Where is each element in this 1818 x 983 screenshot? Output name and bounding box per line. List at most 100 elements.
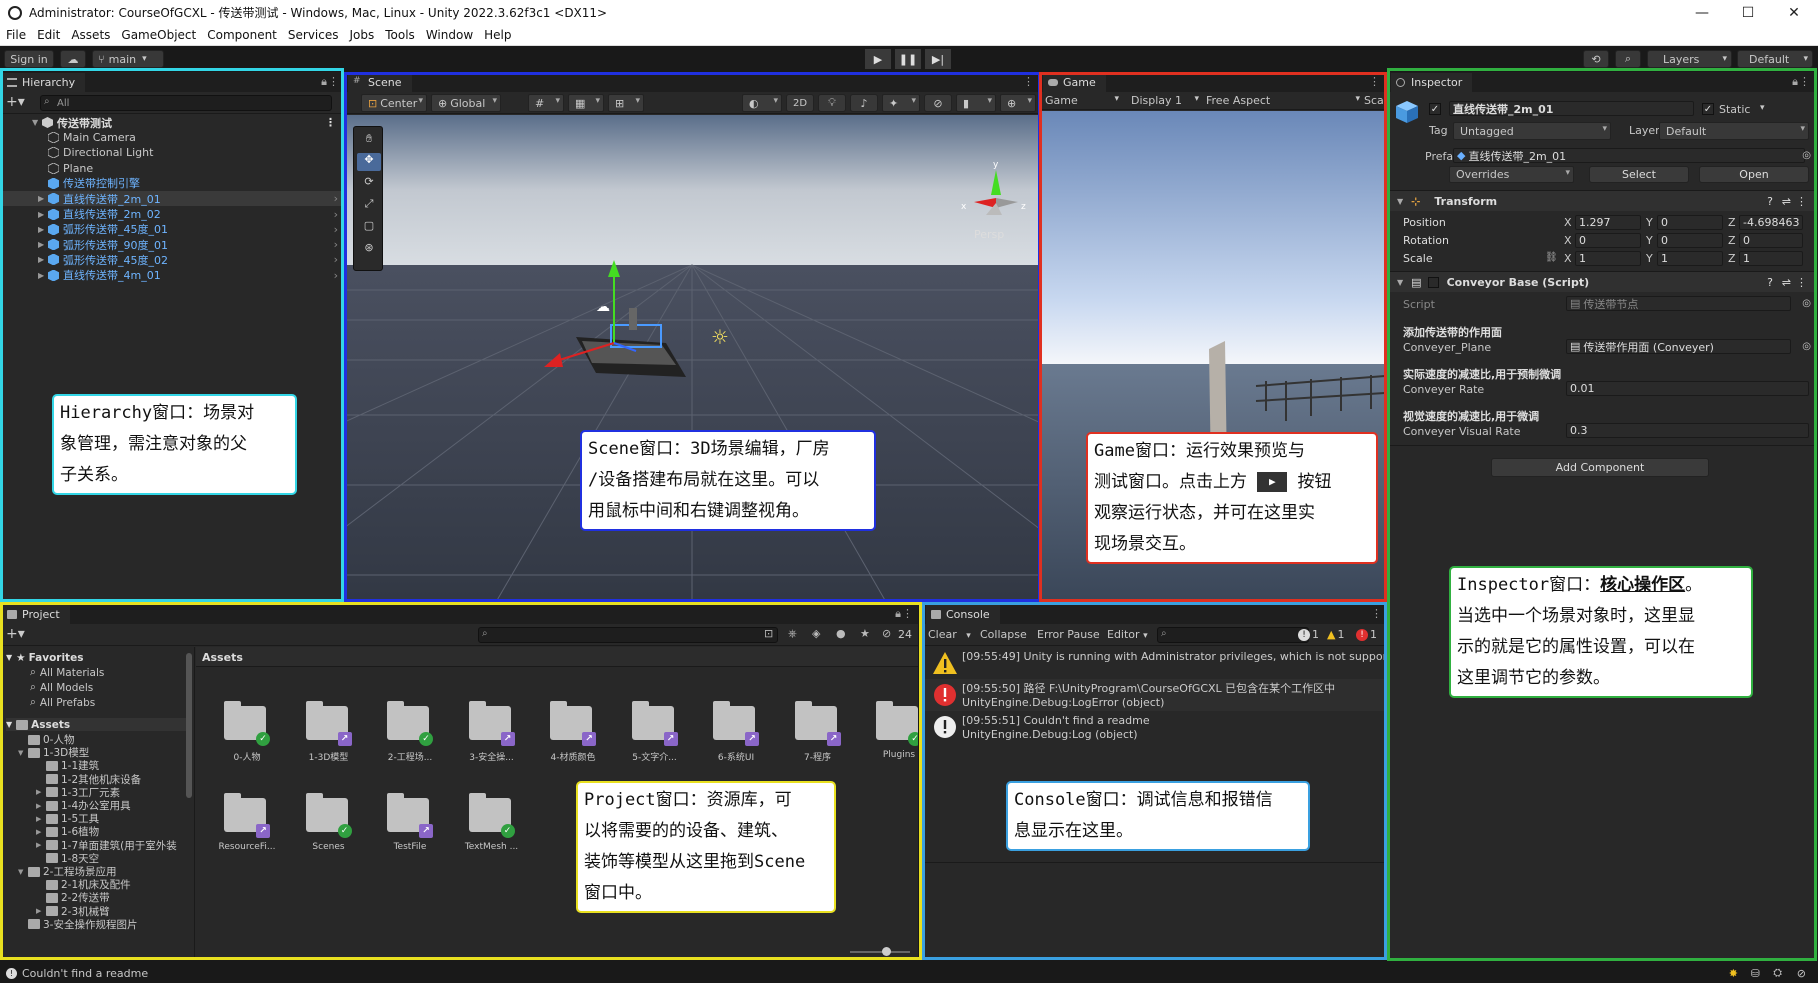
rotate-tool-icon[interactable]: ⟳	[359, 175, 379, 193]
toggle-2d-button[interactable]: 2D	[786, 94, 814, 112]
help-icon[interactable]: ?	[1767, 195, 1773, 208]
favorite-star-icon[interactable]: ★	[860, 627, 870, 640]
axis-label-x[interactable]: X	[1564, 252, 1572, 265]
tab-game[interactable]: Game	[1043, 73, 1106, 92]
transform-tool-icon[interactable]: ⊛	[359, 241, 379, 259]
menu-edit[interactable]: Edit	[37, 28, 60, 42]
search-icon[interactable]: ⌕	[1615, 50, 1641, 68]
project-tree-item[interactable]: ▶ 1-3工厂元素	[36, 786, 120, 799]
help-icon[interactable]: ?	[1767, 276, 1773, 289]
menu-file[interactable]: File	[6, 28, 26, 42]
asset-folder[interactable]: ↗ 7-程序	[785, 698, 843, 766]
prefab-field[interactable]: ◆ 直线传送带_2m_01	[1453, 148, 1805, 163]
hierarchy-item[interactable]: Directional Light	[0, 145, 344, 160]
object-name-input[interactable]: 直线传送带_2m_01	[1449, 101, 1694, 116]
project-tree-item[interactable]: 0-人物	[18, 733, 74, 746]
asset-folder[interactable]: ↗ TestFile	[377, 790, 435, 858]
project-tree-item[interactable]: 2-1机床及配件	[36, 878, 131, 891]
hierarchy-item[interactable]: ▶ 弧形传送带_45度_02 ›	[0, 252, 344, 267]
settings-icon[interactable]: ⊘	[1797, 967, 1806, 980]
target-icon[interactable]: ◎	[1802, 150, 1811, 161]
expand-arrow-icon[interactable]: ▶	[38, 271, 48, 280]
static-dropdown-arrow-icon[interactable]: ▾	[1760, 103, 1765, 113]
search-by-type-icon[interactable]: ⊡	[764, 627, 773, 640]
asset-folder[interactable]: ✓ TextMesh ...	[459, 790, 518, 858]
open-prefab-arrow-icon[interactable]: ›	[334, 223, 338, 236]
expand-arrow-icon[interactable]: ▶	[36, 802, 46, 810]
project-tree-item[interactable]: ▶ 1-5工具	[36, 812, 99, 825]
transform-rotation-x-input[interactable]: 0	[1575, 233, 1641, 248]
project-tree-item[interactable]: 2-2传送带	[36, 891, 110, 904]
axis-label-z[interactable]: Z	[1728, 216, 1736, 229]
open-prefab-arrow-icon[interactable]: ›	[334, 253, 338, 266]
expand-arrow-icon[interactable]: ▶	[38, 194, 48, 203]
kebab-menu-icon[interactable]: ⋮	[1369, 75, 1380, 88]
space-dropdown[interactable]: ⊕ Global	[431, 94, 501, 112]
zoom-slider[interactable]	[850, 947, 910, 956]
asset-folder[interactable]: ↗ 5-文字介...	[622, 698, 680, 766]
kebab-menu-icon[interactable]: ⋮	[1796, 276, 1807, 289]
lock-icon[interactable]: 🔒︎	[895, 607, 901, 621]
snap-increment-dropdown[interactable]: ▦	[568, 94, 604, 112]
conveyer-visual-rate-input[interactable]: 0.3	[1566, 423, 1809, 438]
menu-assets[interactable]: Assets	[71, 28, 110, 42]
open-prefab-arrow-icon[interactable]: ›	[334, 238, 338, 251]
tab-inspector[interactable]: Inspector	[1391, 73, 1473, 92]
axis-label-z[interactable]: Z	[1728, 252, 1736, 265]
static-checkbox[interactable]: ✓	[1702, 103, 1714, 115]
layers-dropdown[interactable]: Layers ▾	[1647, 50, 1732, 68]
menu-window[interactable]: Window	[426, 28, 473, 42]
axis-label-y[interactable]: Y	[1646, 234, 1653, 247]
project-tree-item[interactable]: ▶ 1-7单面建筑(用于室外装	[36, 839, 177, 852]
transform-scale-x-input[interactable]: 1	[1575, 251, 1641, 266]
target-icon[interactable]: ◎	[1802, 341, 1811, 352]
tree-scrollbar[interactable]	[186, 653, 192, 798]
axis-label-y[interactable]: Y	[1646, 216, 1653, 229]
presets-icon[interactable]: ⇌	[1782, 195, 1791, 208]
console-message[interactable]: [09:55:51] Couldn't find a readme UnityEn…	[924, 711, 1387, 743]
hierarchy-item[interactable]: 传送带控制引擎	[0, 176, 344, 191]
visibility-toggle-icon[interactable]: ⊘	[924, 94, 952, 112]
add-icon[interactable]: +▾	[6, 94, 25, 110]
project-tree-item[interactable]: 1-8天空	[36, 852, 99, 865]
conveyor-script-header[interactable]: ▼ ▤ Conveyor Base (Script) ? ⇌ ⋮	[1389, 271, 1815, 292]
tag-filter-icon[interactable]: ◈	[812, 627, 820, 640]
cache-icon[interactable]: ⛁	[1751, 967, 1760, 980]
open-button[interactable]: Open	[1699, 166, 1809, 183]
transform-position-y-input[interactable]: 0	[1657, 215, 1723, 230]
console-message[interactable]: [09:55:50] 路径 F:\UnityProgram\CourseOfGC…	[924, 679, 1387, 711]
asset-folder[interactable]: ↗ ResourceFi...	[214, 790, 275, 858]
menu-help[interactable]: Help	[484, 28, 511, 42]
tag-dropdown[interactable]: Untagged	[1453, 122, 1611, 140]
clear-button[interactable]: Clear ▾	[928, 628, 971, 641]
scale-tool-icon[interactable]: ⤢	[359, 197, 379, 215]
history-icon[interactable]: ⟲	[1583, 50, 1609, 68]
asset-folder[interactable]: ✓ 2-工程场...	[377, 698, 435, 766]
project-tree-item[interactable]: ▼ 1-3D模型	[18, 746, 89, 759]
project-tree-item[interactable]: 1-1建筑	[36, 759, 99, 772]
transform-rotation-y-input[interactable]: 0	[1657, 233, 1723, 248]
display-dropdown[interactable]: Display 1 ▾	[1131, 94, 1199, 107]
cloud-icon[interactable]: ☁	[60, 50, 86, 68]
asset-folder[interactable]: ↗ 1-3D模型	[296, 698, 354, 766]
menu-gameobject[interactable]: GameObject	[121, 28, 196, 42]
scene-tools-dropdown[interactable]: ⊞	[608, 94, 644, 112]
hierarchy-item[interactable]: ▶ 直线传送带_2m_02 ›	[0, 207, 344, 222]
step-button[interactable]: ▶|	[925, 49, 951, 69]
transform-position-z-input[interactable]: -4.698463	[1739, 215, 1803, 230]
expand-arrow-icon[interactable]: ▶	[36, 828, 46, 836]
branch-dropdown[interactable]: ⑂ main ▾	[92, 50, 164, 68]
axis-label-x[interactable]: X	[1564, 234, 1572, 247]
overrides-dropdown[interactable]: Overrides	[1449, 166, 1574, 183]
expand-arrow-icon[interactable]: ▶	[38, 225, 48, 234]
presets-icon[interactable]: ⇌	[1782, 276, 1791, 289]
axis-label-y[interactable]: Y	[1646, 252, 1653, 265]
hierarchy-item[interactable]: ▶ 弧形传送带_90度_01 ›	[0, 237, 344, 252]
expand-arrow-icon[interactable]: ▼	[18, 749, 28, 757]
play-button[interactable]: ▶	[865, 49, 891, 69]
hierarchy-item[interactable]: ▶ 直线传送带_4m_01 ›	[0, 268, 344, 283]
scene-root-row[interactable]: ▼ 传送带测试 ⋮	[0, 115, 344, 130]
camera-dropdown[interactable]: ▮	[956, 94, 996, 112]
project-tree-item[interactable]: 1-2其他机床设备	[36, 773, 141, 786]
lock-icon[interactable]: 🔒︎	[321, 75, 327, 89]
